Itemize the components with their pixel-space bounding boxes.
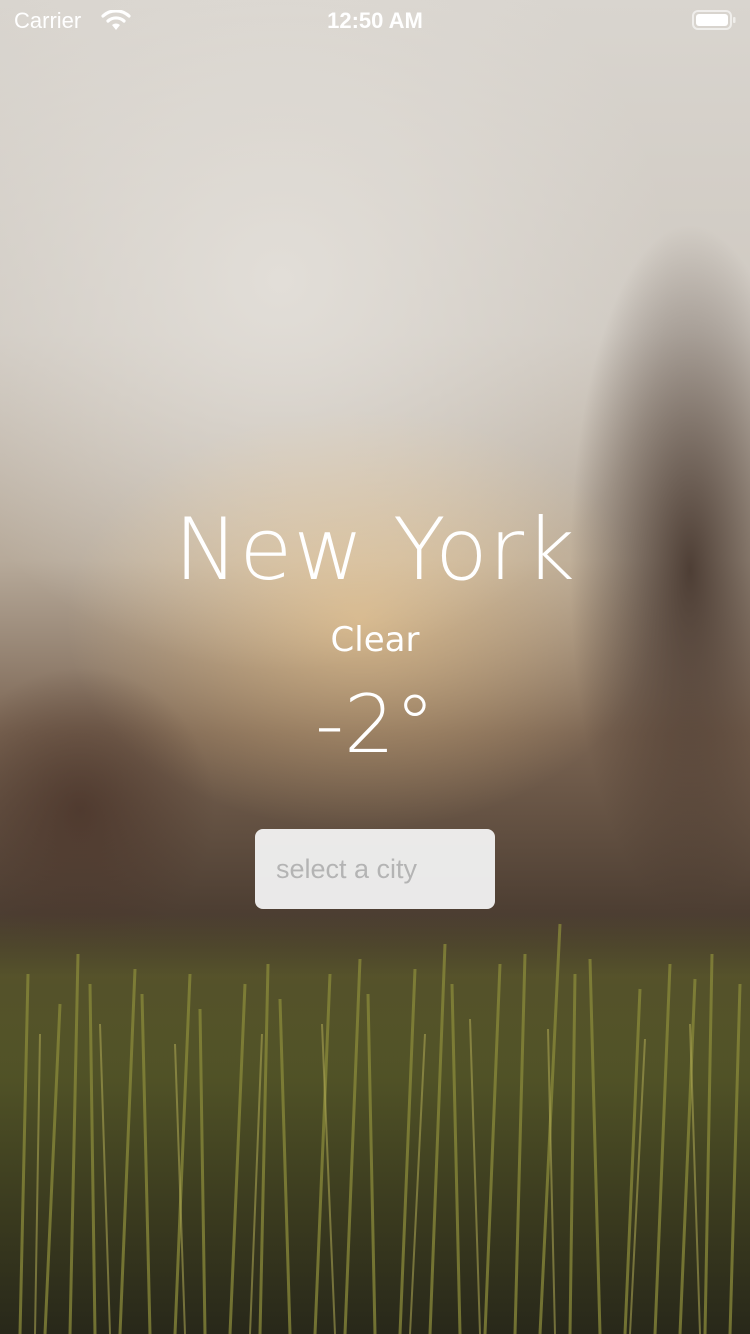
city-name: New York bbox=[174, 500, 576, 600]
city-select-button[interactable]: select a city bbox=[255, 829, 495, 909]
status-time: 12:50 AM bbox=[327, 8, 423, 33]
status-bar: Carrier 12:50 AM bbox=[0, 0, 750, 40]
background-image bbox=[0, 0, 750, 1334]
weather-condition: Clear bbox=[330, 620, 420, 660]
city-select-placeholder: select a city bbox=[276, 853, 418, 884]
background-grass bbox=[0, 914, 750, 1334]
grass-blades-graphic bbox=[18, 923, 742, 1334]
temperature-value: -2° bbox=[315, 678, 435, 771]
battery-icon bbox=[692, 10, 736, 30]
